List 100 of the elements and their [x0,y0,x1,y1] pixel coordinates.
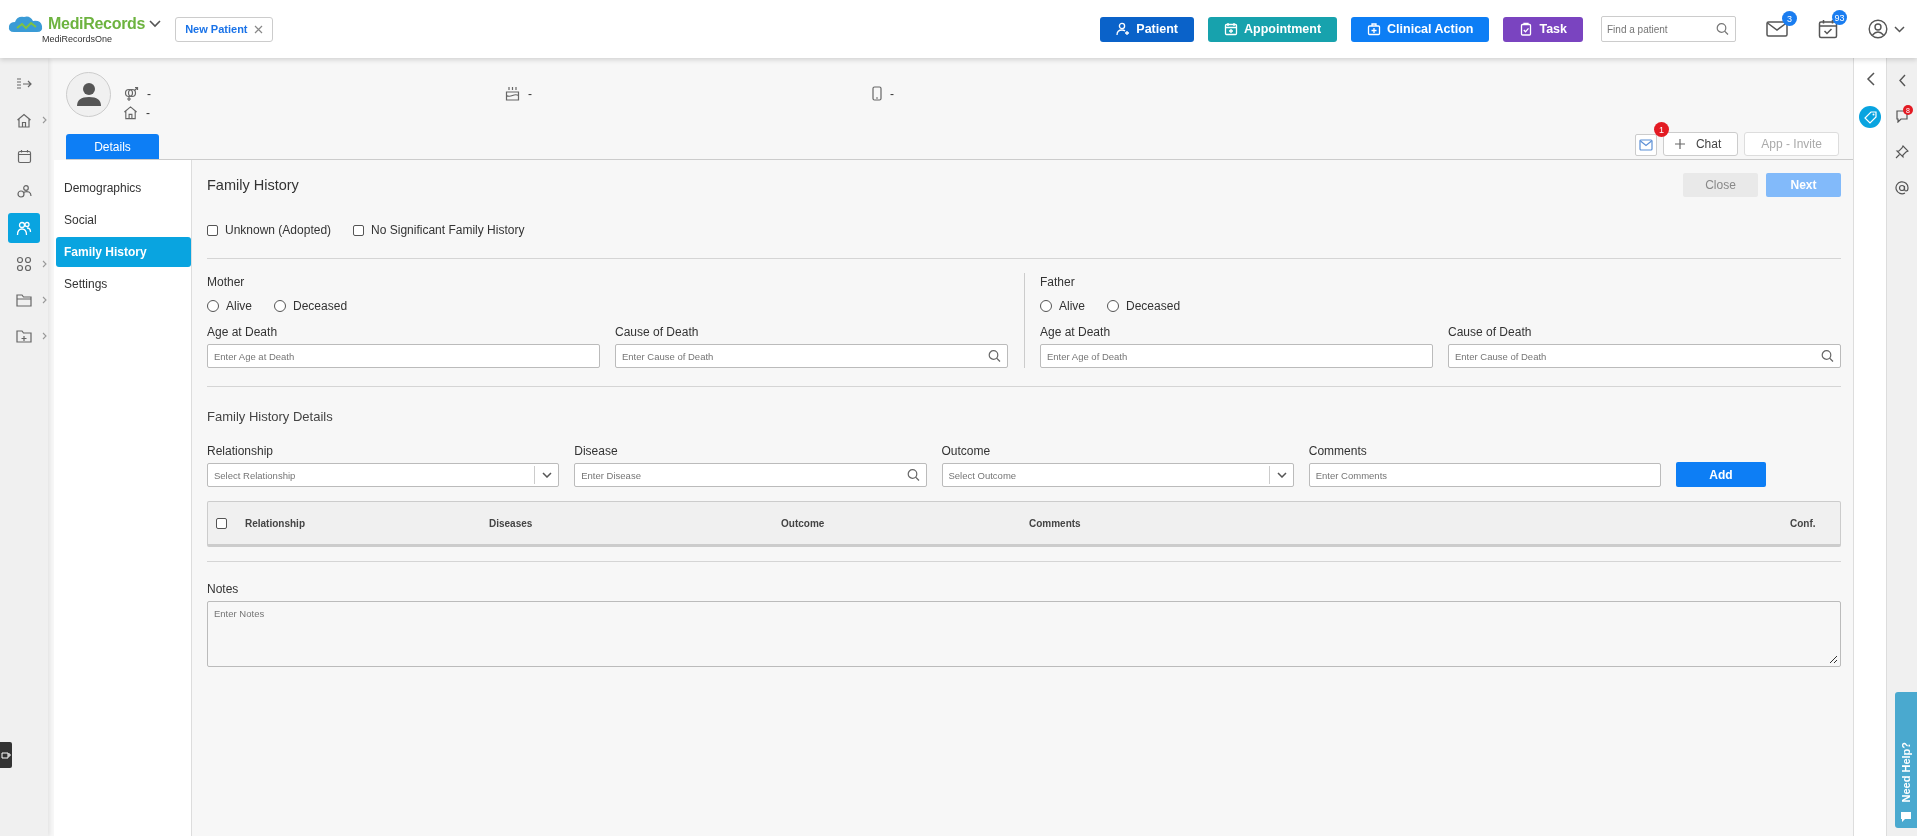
search-icon[interactable] [1716,22,1729,36]
birthday-value: - [528,86,532,101]
dropdown-field[interactable]: Select Relationship [207,463,560,487]
tag-button[interactable] [1859,106,1881,128]
chevron-right-icon [42,260,47,268]
collapse-panel-icon[interactable] [1865,72,1875,86]
close-icon[interactable] [253,24,263,34]
task-action-button[interactable]: Task [1503,16,1583,42]
field-label: Outcome [941,444,992,458]
age-at-death-field[interactable]: Enter Age at Death [207,344,600,368]
dropdown-field[interactable]: Select Outcome [941,463,1294,487]
field-label: Relationship [207,444,275,458]
text-field[interactable]: Enter Comments [1308,463,1661,487]
section-title: Family History [207,177,299,193]
user-account-icon[interactable] [1868,19,1888,39]
checkbox[interactable] [207,224,218,236]
age-at-death-field[interactable]: Enter Age of Death [1040,344,1433,368]
mail-icon[interactable] [1766,20,1788,38]
brand-subtitle: MediRecordsOne [42,34,113,44]
field-label: Cause of Death [615,325,700,339]
section-nav-item[interactable]: Settings [56,269,191,299]
checkbox-label: Unknown (Adopted) [225,223,332,237]
parent-label: Father [1040,275,1076,289]
cause-of-death-field[interactable]: Enter Cause of Death [1448,344,1841,368]
at-sign-icon[interactable] [1895,181,1909,195]
radio-label: Alive [226,299,252,313]
people-icon [16,184,32,200]
plus-icon [1673,138,1686,150]
resize-handle-icon[interactable] [1829,655,1838,664]
chevron-right-icon [42,116,47,124]
field-label: Notes [207,582,240,596]
message-button[interactable] [1634,134,1657,156]
calendar-plus-icon [1224,22,1238,36]
chat-bubble-icon [1900,811,1912,823]
mobile-phone-icon [872,86,882,101]
column-header: Conf. [1790,517,1817,529]
search-icon [906,468,920,482]
chat-bubble-icon[interactable] [1895,109,1909,123]
notification-badge: 3 [1782,11,1797,26]
calendar-check-icon[interactable] [1818,19,1838,39]
pin-icon[interactable] [1895,145,1909,159]
users-icon [16,220,32,236]
checkbox-label: No Significant Family History [371,223,525,237]
section-nav-item[interactable]: Social [56,205,191,235]
section-nav-item[interactable]: Family History [56,237,191,267]
folder-icon [16,293,32,307]
appointment-action-button[interactable]: Appointment [1208,16,1338,42]
patient-action-button[interactable]: Patient [1100,16,1194,42]
field-label: Cause of Death [1448,325,1533,339]
collapse-panel-icon[interactable] [1898,74,1906,87]
field-label: Comments [1308,444,1368,458]
person-add-icon [1116,22,1131,36]
cake-icon [505,86,520,101]
person-nav-button[interactable] [8,213,40,243]
search-field[interactable]: Enter Disease [574,463,927,487]
notes-field[interactable]: Enter Notes [207,601,1841,667]
column-header: Diseases [489,517,534,529]
radio-button[interactable] [1040,300,1052,312]
patient-search-field[interactable]: Find a patient [1601,16,1736,42]
column-header: Comments [1029,517,1082,529]
apps-icon [16,256,32,272]
person-silhouette-icon [75,82,102,106]
clinical-action-button[interactable]: Clinical Action [1351,16,1490,42]
chevron-right-icon [42,332,47,340]
notification-badge: 1 [1653,122,1669,137]
chevron-down-icon[interactable] [1894,25,1905,33]
parent-label: Mother [207,275,246,289]
chevron-down-icon[interactable] [149,20,162,28]
add-button[interactable]: Add [1676,462,1766,487]
brand-logo[interactable]: MediRecords [48,15,146,33]
chevron-down-icon [1276,472,1287,478]
radio-button[interactable] [1107,300,1119,312]
checkbox[interactable] [353,224,365,236]
chat-button[interactable]: Chat [1662,132,1739,156]
need-help-tab[interactable]: Need Help? [1895,692,1917,828]
home-icon [16,112,32,128]
cause-of-death-field[interactable]: Enter Cause of Death [615,344,1008,368]
radio-label: Deceased [293,299,348,313]
side-tab[interactable] [0,742,12,768]
field-label: Age at Death [207,325,279,339]
select-all-checkbox[interactable] [216,517,227,529]
subsection-title: Family History Details [207,409,334,424]
radio-button[interactable] [207,300,219,312]
notification-badge: 93 [1832,10,1847,25]
open-patient-tab[interactable]: New Patient [175,16,273,42]
field-label: Age at Death [1040,325,1112,339]
calendar-icon [16,148,32,164]
search-icon [1821,349,1834,363]
radio-button[interactable] [274,300,286,312]
search-icon [988,349,1001,363]
column-header: Outcome [781,517,826,529]
section-nav-item[interactable]: Demographics [56,173,191,203]
radio-label: Deceased [1126,299,1181,313]
field-label: Disease [574,444,619,458]
phone-value: - [890,86,894,101]
chevron-right-icon [42,296,47,304]
folder-plus-icon [16,329,32,343]
expand-menu-icon [16,77,32,91]
details-tab[interactable]: Details [66,134,159,159]
close-button[interactable]: Close [1683,173,1758,197]
